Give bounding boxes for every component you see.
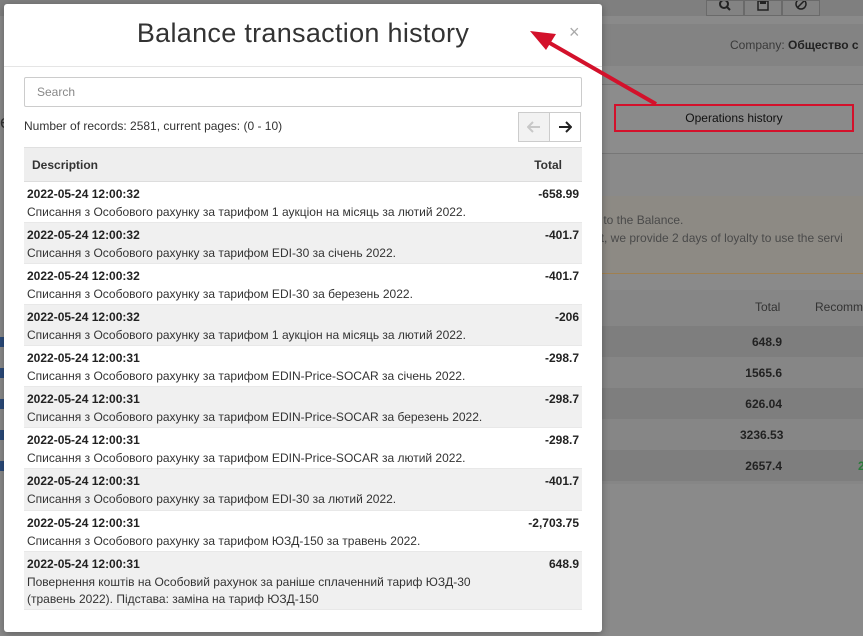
row-total: -401.7 [544, 269, 579, 283]
row-description: Списання з Особового рахунку за тарифом … [27, 205, 466, 219]
table-cell-total: 2657.4 [745, 459, 782, 473]
row-date: 2022-05-24 12:00:31 [27, 433, 140, 447]
arrow-right-icon [559, 121, 572, 133]
row-total: -298.7 [544, 351, 579, 365]
table-cell-total: 626.04 [745, 397, 782, 411]
operations-history-button[interactable]: Operations history [614, 104, 854, 132]
table-header: Description Total [24, 147, 582, 182]
row-total: -298.7 [544, 392, 579, 406]
search-icon[interactable] [706, 0, 744, 16]
row-date: 2022-05-24 12:00:31 [27, 516, 140, 530]
row-total: 648.9 [548, 557, 579, 571]
block-icon[interactable] [782, 0, 820, 16]
table-row: 2022-05-24 12:00:32 Списання з Особового… [24, 305, 582, 346]
row-date: 2022-05-24 12:00:32 [27, 187, 140, 201]
save-icon[interactable] [744, 0, 782, 16]
table-row [602, 419, 863, 450]
row-date: 2022-05-24 12:00:32 [27, 269, 140, 283]
row-description: Списання з Особового рахунку за тарифом … [27, 246, 396, 260]
table-header-recommend: Recomm [815, 300, 863, 314]
column-total: Total [534, 158, 562, 172]
row-total: -206 [554, 310, 579, 324]
table-row: 2022-05-24 12:00:32 Списання з Особового… [24, 264, 582, 305]
table-row: 2022-05-24 12:00:31 Списання з Особового… [24, 511, 582, 552]
arrow-left-icon [527, 121, 540, 133]
table-cell-total: 3236.53 [740, 428, 784, 442]
table-row: 2022-05-24 12:00:32 Списання з Особового… [24, 182, 582, 223]
row-date: 2022-05-24 12:00:31 [27, 351, 140, 365]
table-cell-total: 648.9 [751, 335, 782, 349]
table-row: 2022-05-24 12:00:32 Списання з Особового… [24, 223, 582, 264]
close-icon[interactable]: × [569, 22, 580, 42]
table-row: 2022-05-24 12:00:31 Списання з Особового… [24, 469, 582, 511]
notice-text-1: s to the Balance. [594, 213, 684, 227]
row-description: Списання з Особового рахунку за тарифом … [27, 369, 466, 383]
table-row: 2022-05-24 12:00:31 Списання з Особового… [24, 428, 582, 469]
next-page-button[interactable] [549, 112, 581, 142]
row-date: 2022-05-24 12:00:31 [27, 392, 140, 406]
row-total: -401.7 [544, 228, 579, 242]
row-description: Повернення коштів на Особовий рахунок за… [27, 575, 471, 606]
table-row: 2022-05-24 12:00:31 Повернення коштів на… [24, 552, 582, 610]
modal-divider [4, 66, 602, 67]
transaction-history-modal: Balance transaction history × Number of … [4, 4, 602, 632]
table-row [602, 450, 863, 481]
pagination [518, 112, 581, 142]
row-description: Списання з Особового рахунку за тарифом … [27, 534, 421, 548]
row-total: -401.7 [544, 474, 579, 488]
row-date: 2022-05-24 12:00:31 [27, 557, 140, 571]
table-row [602, 357, 863, 388]
company-info: Company: Общество с [730, 38, 859, 52]
row-date: 2022-05-24 12:00:31 [27, 474, 140, 488]
search-input[interactable] [24, 77, 582, 107]
table-row [602, 388, 863, 419]
table-row [602, 326, 863, 357]
company-label: Company: [730, 38, 785, 52]
row-total: -658.99 [538, 187, 579, 201]
table-row: 2022-05-24 12:00:31 Списання з Особового… [24, 346, 582, 387]
row-description: Списання з Особового рахунку за тарифом … [27, 410, 483, 424]
column-description: Description [32, 158, 99, 172]
row-description: Списання з Особового рахунку за тарифом … [27, 328, 466, 342]
toolbar [706, 0, 820, 16]
records-count: Number of records: 2581, current pages: … [24, 119, 283, 133]
row-description: Списання з Особового рахунку за тарифом … [27, 492, 397, 506]
transactions-table: Description Total 2022-05-24 12:00:32 Сп… [24, 147, 582, 610]
table-header-total: Total [755, 300, 781, 314]
table-cell-recommend: 2 [858, 459, 863, 473]
row-total: -2,703.75 [528, 516, 579, 530]
modal-title: Balance transaction history [136, 18, 470, 48]
row-date: 2022-05-24 12:00:32 [27, 310, 140, 324]
company-name: Общество с [788, 38, 859, 52]
row-total: -298.7 [544, 433, 579, 447]
row-date: 2022-05-24 12:00:32 [27, 228, 140, 242]
table-cell-total: 1565.6 [745, 366, 782, 380]
notice-text-2: nt, we provide 2 days of loyalty to use … [594, 231, 843, 245]
row-description: Списання з Особового рахунку за тарифом … [27, 287, 413, 301]
table-row: 2022-05-24 12:00:31 Списання з Особового… [24, 387, 582, 428]
prev-page-button[interactable] [518, 112, 550, 142]
row-description: Списання з Особового рахунку за тарифом … [27, 451, 466, 465]
